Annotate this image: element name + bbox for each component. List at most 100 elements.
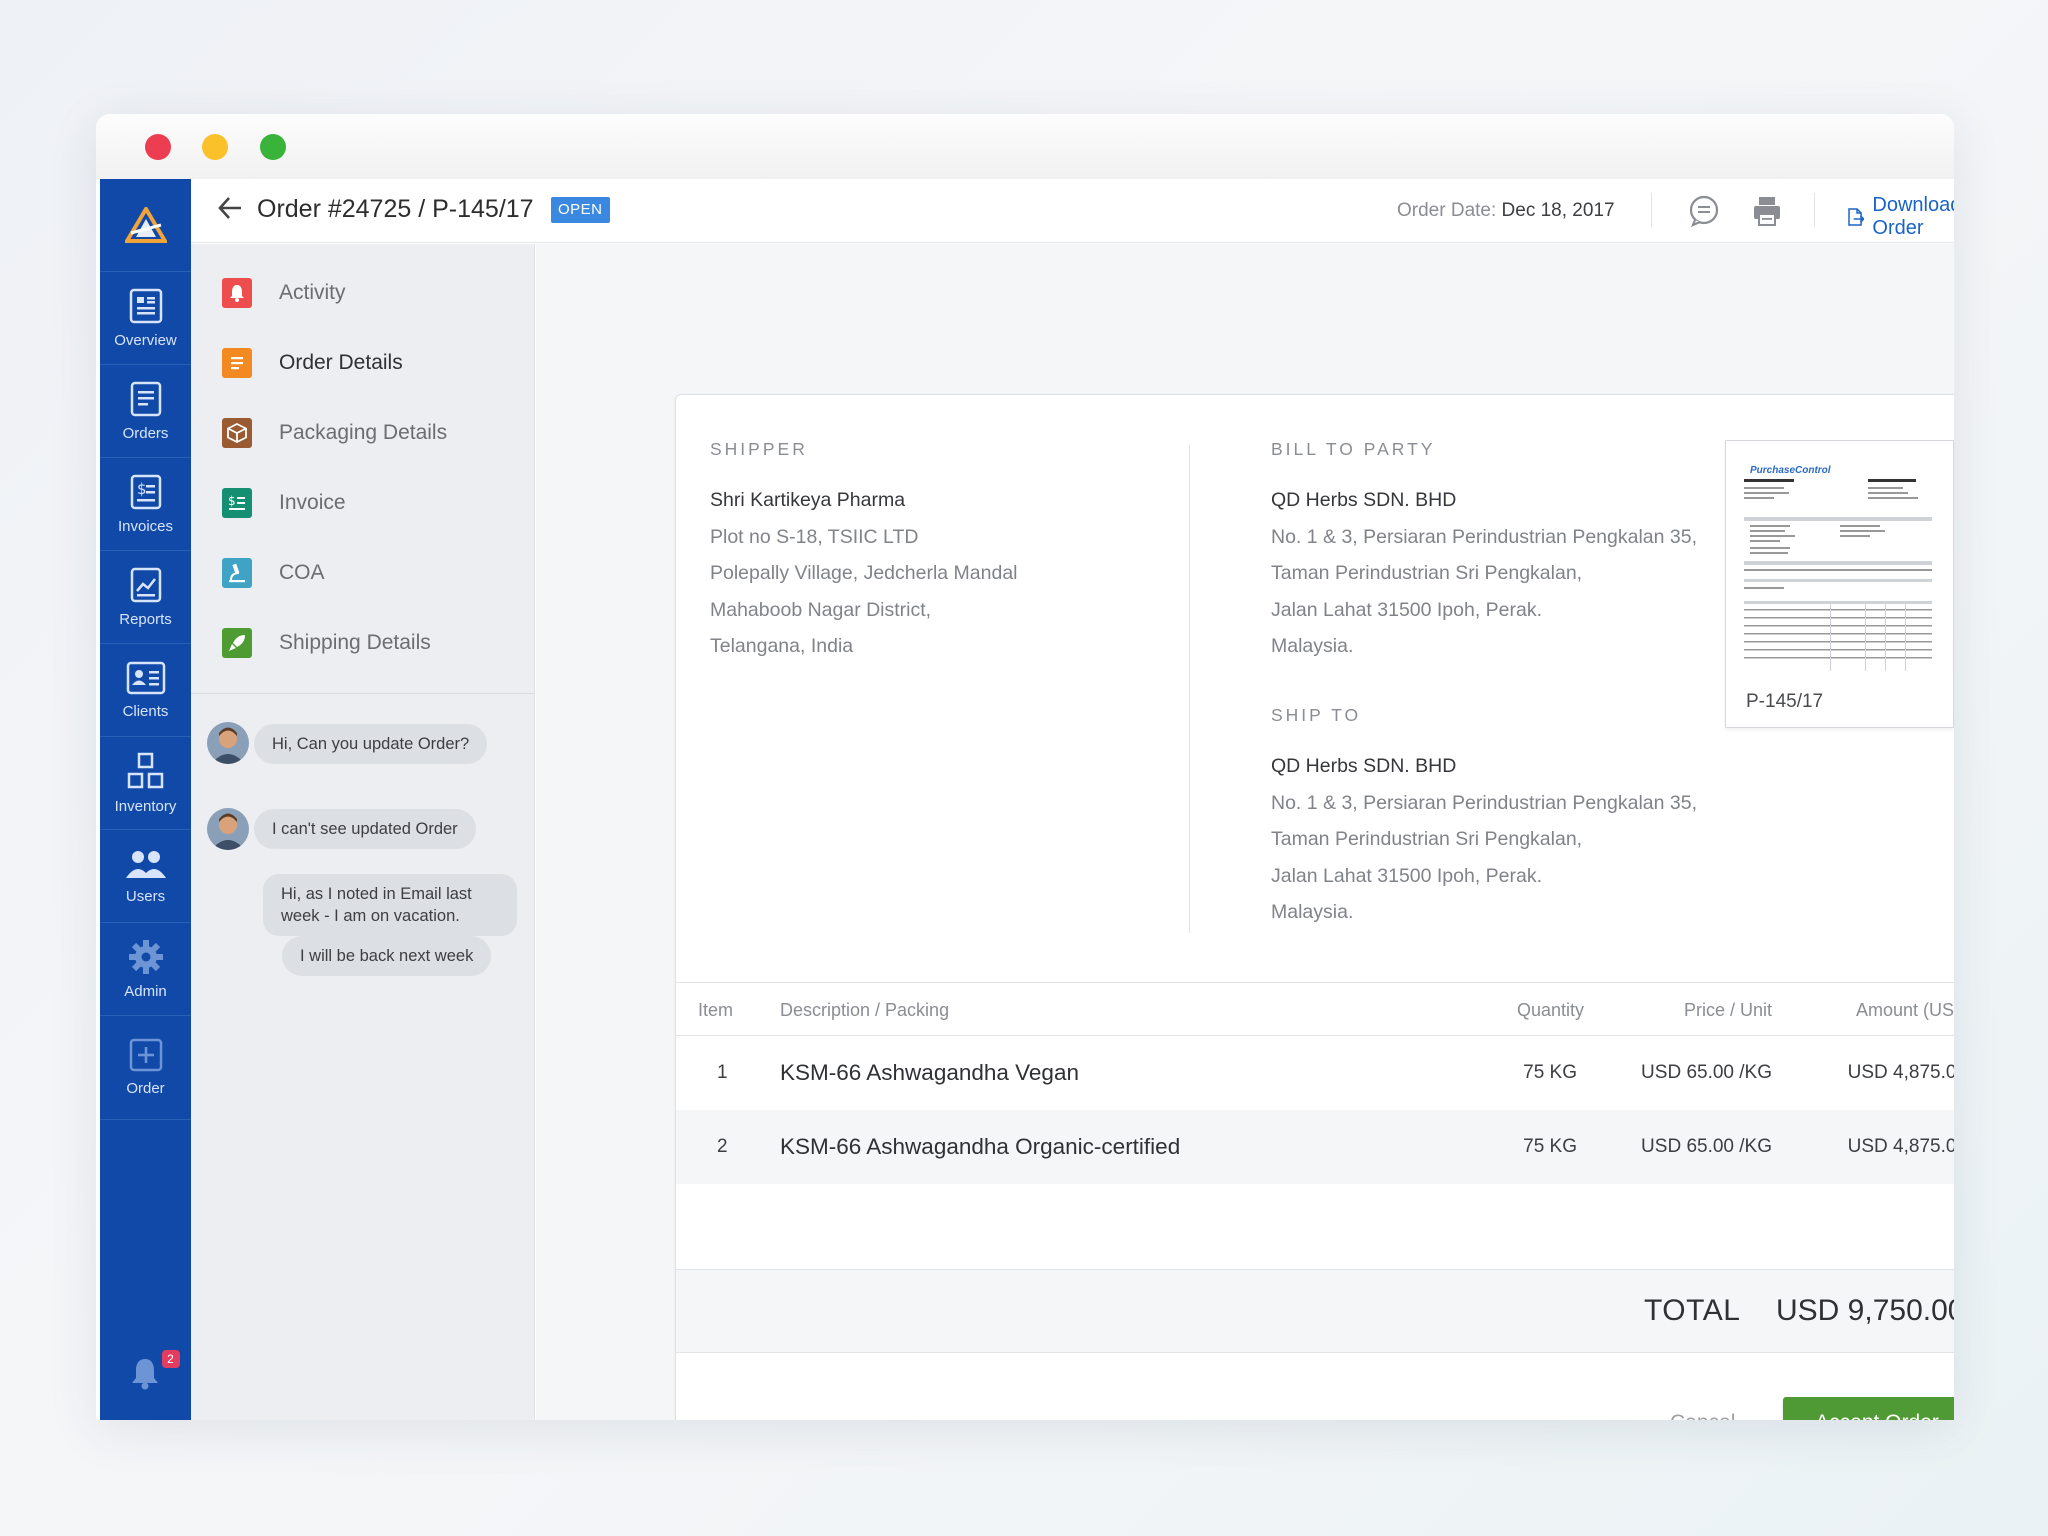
print-icon[interactable] [1752, 195, 1782, 227]
notifications-button[interactable]: 2 [100, 1350, 191, 1396]
column-header-amount: Amount (USD) [1855, 1000, 1954, 1020]
cancel-button[interactable]: Cancel [1670, 1411, 1735, 1420]
order-sections-panel: Activity Order Details Packaging Details… [191, 244, 535, 1420]
sidebar-item-new-order[interactable]: Order [100, 1016, 191, 1120]
section-label: Packaging Details [279, 421, 448, 444]
accept-order-button[interactable]: Accept Order [1783, 1397, 1954, 1420]
sidebar-item-invoices[interactable]: $ Invoices [100, 458, 191, 551]
rocket-icon [222, 628, 252, 658]
svg-text:$: $ [228, 494, 236, 508]
sidebar-item-label: Admin [124, 982, 167, 1000]
comment-icon[interactable] [1688, 195, 1720, 227]
purchase-order-thumbnail[interactable]: PurchaseControl P-145/17 [1725, 440, 1954, 728]
sidebar-item-admin[interactable]: Admin [100, 923, 191, 1016]
column-header-price: Price / Unit [1683, 1000, 1772, 1020]
section-label: Order Details [279, 351, 403, 374]
row-price: USD 65.00 /KG [1641, 1062, 1772, 1083]
maximize-window-button[interactable] [260, 134, 286, 160]
sidebar-item-reports[interactable]: Reports [100, 551, 191, 644]
section-packaging-details[interactable]: Packaging Details [191, 398, 534, 468]
order-header: Order #24725 / P-145/17 OPEN Order Date:… [191, 179, 1954, 243]
download-icon [1848, 208, 1865, 226]
shipper-name: Shri Kartikeya Pharma [710, 489, 906, 511]
row-quantity: 75 KG [1523, 1062, 1577, 1083]
table-row[interactable]: 2 KSM-66 Ashwagandha Organic-certified 7… [676, 1110, 1954, 1184]
sidebar-item-label: Clients [122, 702, 169, 720]
sidebar-item-orders[interactable]: Orders [100, 365, 191, 458]
section-label: COA [279, 561, 325, 584]
download-order-button[interactable]: Download Order [1847, 194, 1954, 240]
sidebar-item-inventory[interactable]: Inventory [100, 737, 191, 830]
section-label: Activity [279, 281, 346, 304]
chat-message-incoming: Hi, Can you update Order? [254, 724, 488, 764]
row-price: USD 65.00 /KG [1641, 1136, 1772, 1157]
order-detail-card: SHIPPER Shri Kartikeya Pharma Plot no S-… [675, 394, 1954, 1420]
ship-to-address: QD Herbs SDN. BHD No. 1 & 3, Persiaran P… [1271, 748, 1697, 931]
bell-icon [131, 1359, 158, 1390]
chat-message-outgoing: I will be back next week [282, 936, 492, 976]
table-header: Item Description / Packing Quantity Pric… [676, 982, 1954, 1036]
download-order-label: Download Order [1872, 194, 1954, 239]
main-content: SHIPPER Shri Kartikeya Pharma Plot no S-… [536, 244, 1954, 1420]
overview-icon [129, 288, 162, 323]
address-line: No. 1 & 3, Persiaran Perindustrian Pengk… [1271, 791, 1698, 814]
app-logo[interactable] [100, 179, 191, 272]
address-line: Telangana, India [710, 635, 854, 657]
order-items-table: Item Description / Packing Quantity Pric… [676, 982, 1954, 1184]
sidebar-item-overview[interactable]: Overview [100, 272, 191, 365]
sidebar-item-label: Invoices [117, 517, 174, 535]
section-coa[interactable]: COA [191, 538, 534, 608]
row-amount: USD 4,875.00 [1847, 1136, 1954, 1157]
sidebar-item-users[interactable]: Users [100, 830, 191, 923]
sidebar-item-label: Inventory [114, 797, 177, 815]
column-header-description: Description / Packing [780, 1000, 950, 1020]
chat-message-incoming: I can't see updated Order [254, 809, 476, 849]
divider [1189, 445, 1190, 933]
logo-icon [124, 207, 167, 243]
section-order-details[interactable]: Order Details [191, 328, 534, 398]
divider [1651, 193, 1652, 227]
avatar [207, 722, 249, 764]
order-date-value: Dec 18, 2017 [1501, 200, 1615, 221]
clients-icon [126, 661, 165, 694]
row-description: KSM-66 Ashwagandha Vegan [780, 1060, 1079, 1085]
avatar [207, 808, 249, 850]
svg-text:$: $ [137, 480, 147, 498]
table-row[interactable]: 1 KSM-66 Ashwagandha Vegan 75 KG USD 65.… [676, 1036, 1954, 1110]
sidebar-item-label: Orders [122, 424, 169, 442]
row-description: KSM-66 Ashwagandha Organic-certified [780, 1134, 1181, 1159]
purchase-order-number: P-145/17 [1746, 691, 1824, 712]
section-activity[interactable]: Activity [191, 258, 534, 328]
purchase-order-preview: PurchaseControl [1740, 457, 1940, 681]
minimize-window-button[interactable] [202, 134, 228, 160]
address-line: Taman Perindustrian Sri Pengkalan, [1271, 562, 1583, 584]
ship-to-name: QD Herbs SDN. BHD [1271, 755, 1457, 777]
bill-to-address: QD Herbs SDN. BHD No. 1 & 3, Persiaran P… [1271, 482, 1697, 665]
address-line: Mahaboob Nagar District, [710, 598, 932, 621]
total-value: USD 9,750.00 [1776, 1294, 1954, 1327]
document-icon [222, 348, 252, 378]
sidebar-item-label: Users [125, 887, 166, 905]
back-arrow-icon[interactable] [217, 195, 243, 221]
row-item-number: 2 [717, 1136, 728, 1157]
app-window: Overview Orders $ Invoices Reports Clien… [96, 114, 1954, 1420]
sidebar-item-clients[interactable]: Clients [100, 644, 191, 737]
bell-icon [222, 278, 252, 308]
window-titlebar [96, 114, 1954, 179]
address-line: Malaysia. [1271, 635, 1354, 657]
row-amount: USD 4,875.00 [1847, 1062, 1954, 1083]
section-label: Invoice [279, 491, 346, 514]
close-window-button[interactable] [145, 134, 171, 160]
section-invoice[interactable]: $ Invoice [191, 468, 534, 538]
add-icon [129, 1038, 162, 1072]
notification-count-badge: 2 [161, 1350, 180, 1368]
bill-to-name: QD Herbs SDN. BHD [1271, 489, 1457, 511]
sidebar: Overview Orders $ Invoices Reports Clien… [100, 179, 191, 1420]
section-shipping-details[interactable]: Shipping Details [191, 608, 534, 678]
orders-icon [130, 381, 161, 416]
invoice-icon: $ [222, 488, 252, 518]
po-brand-logo: PurchaseControl [1750, 465, 1831, 476]
total-label: TOTAL [1644, 1294, 1741, 1327]
order-date: Order Date: Dec 18, 2017 [1397, 200, 1615, 222]
gear-icon [128, 939, 163, 974]
